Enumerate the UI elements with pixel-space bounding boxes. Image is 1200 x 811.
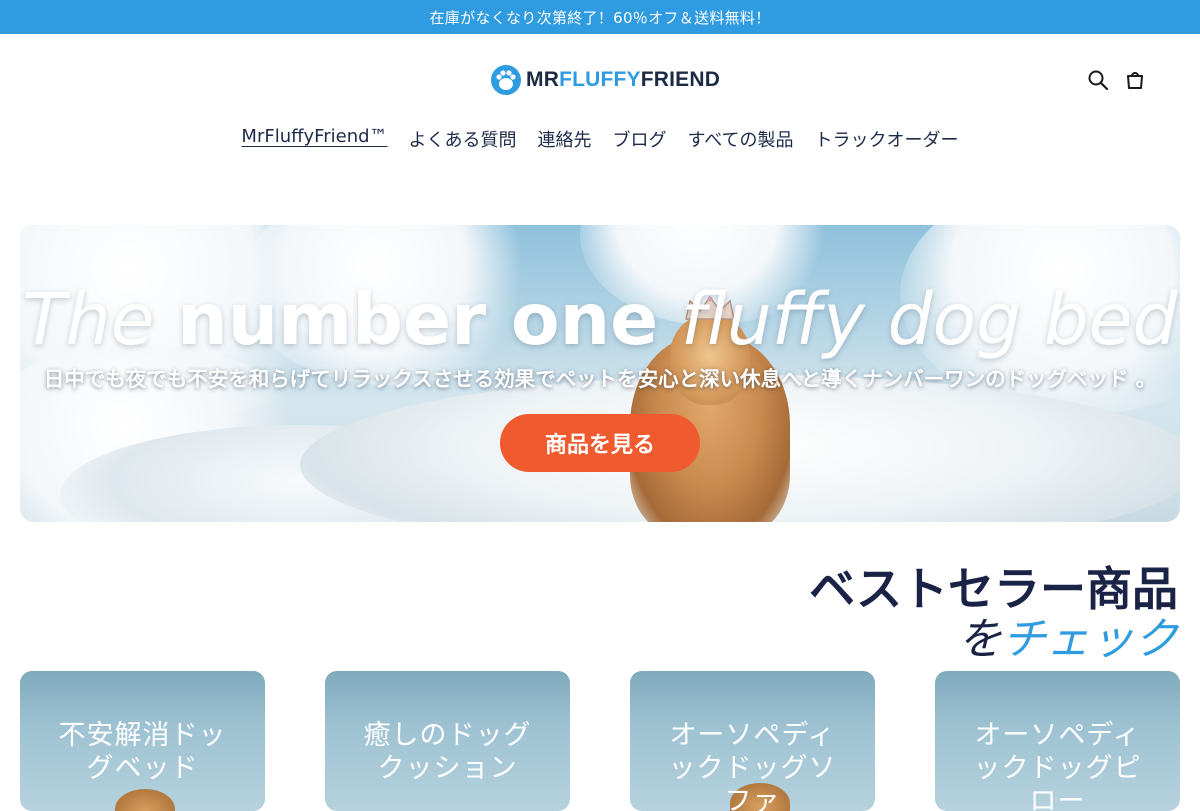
bestsellers-subheading-a: を <box>958 614 1002 665</box>
nav-item-contact[interactable]: 連絡先 <box>538 126 592 152</box>
nav-item-home[interactable]: MrFluffyFriend™ <box>241 126 387 152</box>
product-card[interactable]: 不安解消ドッグベッド <box>20 671 265 811</box>
cart-icon <box>1127 72 1143 89</box>
hero-title-part2: number one <box>177 278 659 361</box>
product-title: オーソペディックドッグソファ <box>668 720 837 811</box>
hero-subtitle: 日中でも夜でも不安を和らげてリラックスさせる効果でペットを安心と深い休息へと導く… <box>43 367 1157 391</box>
nav-item-track-order[interactable]: トラックオーダー <box>815 126 959 152</box>
nav-item-all-products[interactable]: すべての製品 <box>688 126 794 152</box>
bestsellers-subheading: をチェック <box>958 603 1178 667</box>
announcement-bar: 在庫がなくなり次第終了！60％オフ＆送料無料！ <box>0 0 1200 34</box>
logo-text-friend: FRIEND <box>640 68 721 91</box>
product-title: 癒しのドッグクッション <box>363 720 532 784</box>
logo-text-fluffy: FLUFFY <box>559 68 641 91</box>
nav-item-blog[interactable]: ブログ <box>613 126 667 152</box>
product-image <box>115 789 175 811</box>
hero-title-part3: fluffy dog bed <box>680 278 1178 361</box>
hero-title-part1: The <box>22 278 155 361</box>
site-logo[interactable]: MRFLUFFYFRIEND <box>490 64 720 96</box>
shop-now-button[interactable]: 商品を見る <box>500 414 700 472</box>
product-title: オーソペディックドッグピロー <box>973 720 1142 811</box>
site-header: MRFLUFFYFRIEND <box>0 34 1200 129</box>
product-card[interactable]: オーソペディックドッグピロー <box>935 671 1180 811</box>
main-nav: MrFluffyFriend™ よくある質問 連絡先 ブログ すべての製品 トラ… <box>0 126 1200 152</box>
logo-text: MRFLUFFYFRIEND <box>526 68 720 92</box>
bestsellers-subheading-b: チェック <box>1002 614 1178 665</box>
product-card[interactable]: オーソペディックドッグソファ <box>630 671 875 811</box>
product-card[interactable]: 癒しのドッグクッション <box>325 671 570 811</box>
logo-text-mr: MR <box>526 68 560 91</box>
search-icon <box>1088 70 1109 91</box>
paw-icon <box>490 64 522 96</box>
hero-banner: The number one fluffy dog bed 日中でも夜でも不安を… <box>20 225 1180 522</box>
hero-title: The number one fluffy dog bed <box>20 277 1180 362</box>
search-button[interactable] <box>1086 68 1110 92</box>
announcement-text: 在庫がなくなり次第終了！60％オフ＆送料無料！ <box>429 8 771 27</box>
cart-button[interactable] <box>1123 68 1147 92</box>
product-title: 不安解消ドッグベッド <box>58 720 227 784</box>
nav-item-faq[interactable]: よくある質問 <box>409 126 517 152</box>
